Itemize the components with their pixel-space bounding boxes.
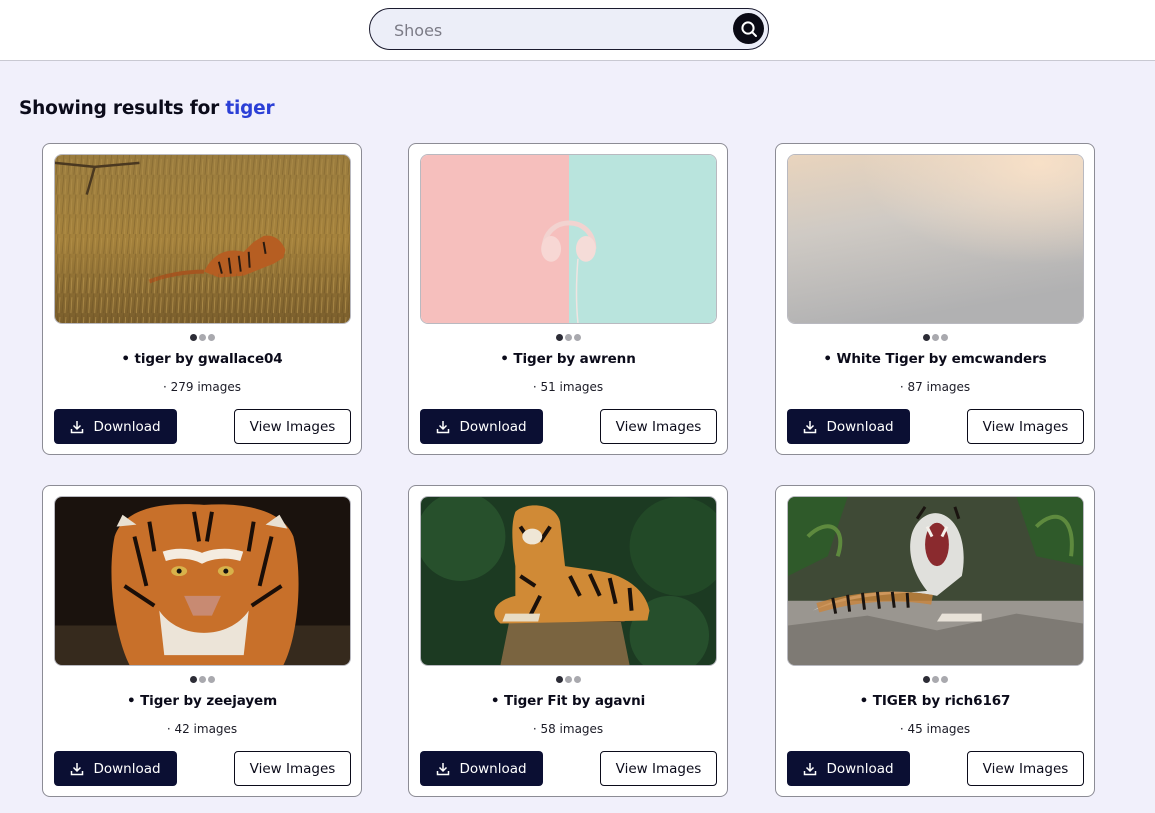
download-icon <box>71 420 84 433</box>
collection-image[interactable] <box>420 154 717 324</box>
search-input[interactable] <box>394 18 724 42</box>
download-icon <box>71 762 84 775</box>
results-heading: Showing results for tiger <box>19 98 275 119</box>
collection-image[interactable] <box>54 496 351 666</box>
search-icon <box>740 20 757 37</box>
download-label: Download <box>93 760 161 777</box>
tiger-in-grass-image <box>55 155 350 323</box>
carousel-dots[interactable] <box>409 676 727 683</box>
headphones-pastel-image <box>421 155 716 323</box>
carousel-dots[interactable] <box>43 334 361 341</box>
collection-card: • White Tiger by emcwanders · 87 images … <box>775 143 1095 455</box>
carousel-dot[interactable] <box>564 676 572 683</box>
image-count: · 51 images <box>532 380 604 394</box>
download-icon <box>437 420 450 433</box>
carousel-dot[interactable] <box>198 334 206 341</box>
view-images-button[interactable]: View Images <box>967 409 1084 444</box>
carousel-dot[interactable] <box>198 676 206 683</box>
view-images-button[interactable]: View Images <box>600 751 717 786</box>
tiger-roaring-image <box>788 497 1083 665</box>
download-label: Download <box>459 760 527 777</box>
results-prefix: Showing results for <box>19 98 226 119</box>
carousel-dots[interactable] <box>776 676 1094 683</box>
carousel-dot[interactable] <box>189 676 197 683</box>
view-images-button[interactable]: View Images <box>600 409 717 444</box>
search-button[interactable] <box>733 13 764 44</box>
carousel-dots[interactable] <box>409 334 727 341</box>
carousel-dot[interactable] <box>931 676 939 683</box>
collection-card: • Tiger by zeejayem · 42 images Download… <box>42 485 362 797</box>
top-bar <box>0 0 1155 61</box>
view-images-button[interactable]: View Images <box>234 409 351 444</box>
collection-title: • White Tiger by emcwanders <box>823 351 1047 367</box>
view-images-button[interactable]: View Images <box>234 751 351 786</box>
download-label: Download <box>826 418 894 435</box>
carousel-dot[interactable] <box>922 334 930 341</box>
collection-card: • tiger by gwallace04 · 279 images Downl… <box>42 143 362 455</box>
image-count: · 42 images <box>166 722 238 736</box>
search-bar <box>369 8 769 50</box>
image-count: · 87 images <box>899 380 971 394</box>
carousel-dots[interactable] <box>776 334 1094 341</box>
carousel-dot[interactable] <box>555 676 563 683</box>
carousel-dot[interactable] <box>564 334 572 341</box>
carousel-dot[interactable] <box>940 334 948 341</box>
collection-image[interactable] <box>420 496 717 666</box>
image-count: · 58 images <box>532 722 604 736</box>
search-query: tiger <box>225 98 275 119</box>
download-button[interactable]: Download <box>787 409 910 444</box>
download-button[interactable]: Download <box>420 409 543 444</box>
carousel-dot[interactable] <box>189 334 197 341</box>
download-icon <box>437 762 450 775</box>
tiger-on-stump-image <box>421 497 716 665</box>
download-label: Download <box>93 418 161 435</box>
image-count: · 45 images <box>899 722 971 736</box>
download-label: Download <box>459 418 527 435</box>
carousel-dot[interactable] <box>931 334 939 341</box>
carousel-dot[interactable] <box>207 334 215 341</box>
collection-card: • TIGER by rich6167 · 45 images Download… <box>775 485 1095 797</box>
view-images-button[interactable]: View Images <box>967 751 1084 786</box>
download-label: Download <box>826 760 894 777</box>
carousel-dot[interactable] <box>573 676 581 683</box>
collection-title: • TIGER by rich6167 <box>859 693 1011 709</box>
collection-card: • Tiger Fit by agavni · 58 images Downlo… <box>408 485 728 797</box>
tiger-face-image <box>55 497 350 665</box>
download-button[interactable]: Download <box>420 751 543 786</box>
download-button[interactable]: Download <box>54 751 177 786</box>
download-button[interactable]: Download <box>54 409 177 444</box>
carousel-dot[interactable] <box>922 676 930 683</box>
beige-gradient-image <box>788 155 1083 323</box>
download-icon <box>804 762 817 775</box>
collection-title: • Tiger by awrenn <box>500 351 636 367</box>
collection-image[interactable] <box>787 496 1084 666</box>
download-button[interactable]: Download <box>787 751 910 786</box>
carousel-dot[interactable] <box>207 676 215 683</box>
collection-card: • Tiger by awrenn · 51 images Download V… <box>408 143 728 455</box>
carousel-dot[interactable] <box>940 676 948 683</box>
collection-title: • Tiger Fit by agavni <box>490 693 646 709</box>
collection-title: • tiger by gwallace04 <box>121 351 283 367</box>
carousel-dot[interactable] <box>573 334 581 341</box>
carousel-dots[interactable] <box>43 676 361 683</box>
image-count: · 279 images <box>163 380 241 394</box>
collection-title: • Tiger by zeejayem <box>126 693 278 709</box>
collection-image[interactable] <box>54 154 351 324</box>
collection-image[interactable] <box>787 154 1084 324</box>
download-icon <box>804 420 817 433</box>
carousel-dot[interactable] <box>555 334 563 341</box>
